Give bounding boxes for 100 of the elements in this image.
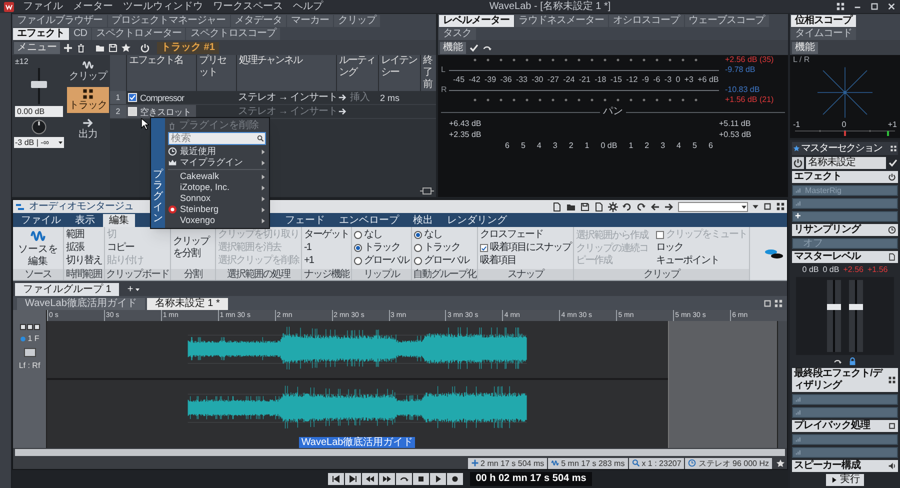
tab[interactable]: レベルメーター <box>439 15 514 27</box>
fader[interactable] <box>31 68 47 104</box>
ribbon-button[interactable]: 切り替え <box>66 255 102 267</box>
go-to-start-icon[interactable] <box>328 473 344 485</box>
menu-item[interactable]: ファイル <box>18 0 68 12</box>
tab[interactable]: プロジェクトマネージャー <box>108 15 230 27</box>
window-icon[interactable] <box>763 202 772 211</box>
menu-item[interactable]: Cakewalk <box>165 171 269 182</box>
vertical-scrollbar[interactable] <box>777 321 787 448</box>
check-icon[interactable] <box>469 42 479 52</box>
tab[interactable]: スペクトロスコープ <box>186 28 280 40</box>
redo-icon[interactable] <box>636 202 646 212</box>
knob-icon[interactable] <box>31 119 47 135</box>
layout-icon[interactable] <box>890 145 897 152</box>
menu-item[interactable]: Sonnox <box>165 193 269 204</box>
grid-icon[interactable] <box>888 376 896 384</box>
dropdown-field[interactable] <box>678 202 748 212</box>
undo-icon[interactable] <box>622 202 632 212</box>
radio-button[interactable]: グローバル <box>354 255 409 267</box>
preset-field[interactable]: 名称未設定 <box>806 157 886 169</box>
power-icon[interactable] <box>888 173 896 181</box>
trash-icon[interactable] <box>76 42 86 52</box>
tab[interactable]: エフェクト <box>13 28 68 40</box>
stop-icon[interactable] <box>412 473 429 485</box>
fader-thumb[interactable] <box>827 304 841 310</box>
horizontal-scrollbar[interactable] <box>15 449 785 456</box>
menu-item[interactable]: ヘルプ <box>288 0 328 12</box>
ribbon-button[interactable]: コピー <box>107 242 143 254</box>
go-to-end-icon[interactable] <box>344 473 361 485</box>
master-fader[interactable] <box>849 280 863 352</box>
pan-law-dropdown[interactable]: -3 dB | -∞ <box>14 137 64 148</box>
radio-button[interactable]: トラック <box>354 242 409 254</box>
power-icon[interactable] <box>792 157 804 169</box>
ribbon-button[interactable]: 拡張 <box>66 242 102 254</box>
ribbon-tab[interactable]: レンダリング <box>441 214 513 227</box>
ribbon-button[interactable]: 吸着項目 <box>480 255 571 267</box>
gain-field[interactable]: 0.00 dB <box>15 106 63 117</box>
mode-button[interactable]: クリップ <box>67 58 109 84</box>
lock-icon[interactable] <box>848 357 857 366</box>
document-tab[interactable]: 名称未設定 1 * <box>146 298 228 310</box>
ribbon-button[interactable]: クロスフェード <box>480 229 571 241</box>
loop-icon[interactable] <box>396 473 412 485</box>
ribbon-button[interactable]: クリップを分割 <box>173 236 213 260</box>
tab[interactable]: CD <box>70 28 91 40</box>
radio-button[interactable]: グローバル <box>414 255 469 267</box>
ribbon-button[interactable]: キューポイント <box>656 255 747 267</box>
ribbon-button[interactable]: 範囲 <box>66 229 102 241</box>
radio-circle[interactable] <box>354 244 362 252</box>
ribbon-tab[interactable]: 表示 <box>69 214 101 227</box>
menu-item[interactable]: Voxengo <box>165 215 269 226</box>
clock-icon[interactable] <box>888 226 896 234</box>
record-icon[interactable] <box>446 473 463 485</box>
file-group-tab[interactable]: ファイルグループ 1 <box>15 283 120 296</box>
speaker-icon[interactable] <box>888 462 896 470</box>
check-icon[interactable] <box>888 158 898 168</box>
ribbon-tab[interactable]: 編集 <box>103 214 135 227</box>
run-button[interactable]: 実行 <box>826 474 864 486</box>
radio-circle[interactable] <box>414 231 422 239</box>
close-icon[interactable] <box>887 2 896 11</box>
tab[interactable]: タスク <box>439 28 476 40</box>
ribbon-button[interactable]: ロック <box>656 242 747 254</box>
ribbon-button[interactable]: -1 <box>304 242 349 254</box>
back-arrow-icon[interactable] <box>650 202 660 212</box>
app-logo-icon[interactable] <box>4 2 14 12</box>
function-button[interactable]: 機能 <box>792 42 818 54</box>
menu-item[interactable]: マイプラグイン <box>165 157 269 168</box>
radio-button[interactable]: なし <box>354 229 409 241</box>
rewind-icon[interactable] <box>362 473 378 485</box>
layout-icon[interactable] <box>776 202 785 211</box>
plus-icon[interactable] <box>63 42 73 52</box>
radio-button[interactable]: なし <box>414 229 469 241</box>
radio-button[interactable]: トラック <box>414 242 469 254</box>
star-icon[interactable] <box>121 42 131 52</box>
fader-thumb[interactable] <box>849 304 863 310</box>
play-icon[interactable] <box>430 473 446 485</box>
menu-item[interactable]: iZotope, Inc. <box>165 182 269 193</box>
menu-item[interactable]: 最近使用 <box>165 146 269 157</box>
tab[interactable]: クリップ <box>334 15 380 27</box>
search-field[interactable]: 検索 <box>168 132 266 145</box>
layout-icon[interactable] <box>774 299 783 308</box>
fader-thumb[interactable] <box>31 80 47 88</box>
master-fader[interactable] <box>827 280 841 352</box>
save-icon[interactable] <box>580 202 590 212</box>
menu-item[interactable]: ツールウィンドウ <box>118 0 208 12</box>
mode-button[interactable]: 出力 <box>67 116 109 142</box>
tab[interactable]: タイムコード <box>791 28 856 40</box>
menu-item[interactable]: メーター <box>68 0 118 12</box>
tab[interactable]: スペクトロメーター <box>92 28 186 40</box>
tab[interactable]: マーカー <box>287 15 333 27</box>
menu-item[interactable]: ワークスペース <box>208 0 288 12</box>
menu-button[interactable]: メニュー <box>14 42 60 54</box>
tab[interactable]: ウェーブスコープ <box>684 15 768 27</box>
document-icon[interactable] <box>888 253 896 261</box>
ribbon-tab[interactable]: フェード <box>279 214 331 227</box>
track-button[interactable] <box>24 348 36 357</box>
restore-icon[interactable] <box>870 2 879 11</box>
function-button[interactable]: 機能 <box>440 42 466 54</box>
add-tab-button[interactable]: + <box>123 283 144 296</box>
tab[interactable]: 位相スコープ <box>791 15 856 27</box>
add-slot-button[interactable]: + <box>792 211 898 222</box>
